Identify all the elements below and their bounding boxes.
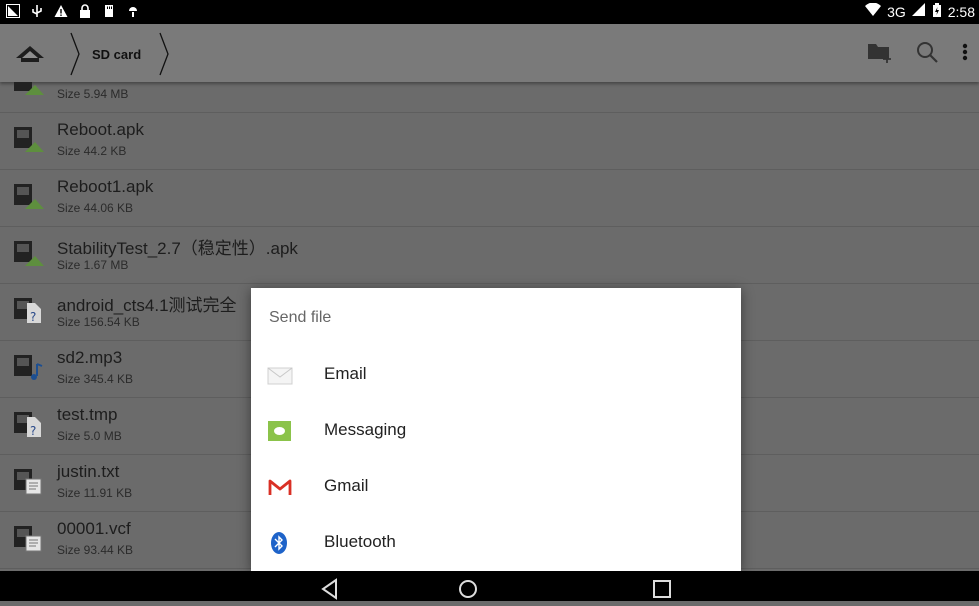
recents-button[interactable] <box>650 577 674 601</box>
breadcrumb[interactable]: SD card <box>70 32 169 76</box>
file-name: sd2.mp3 <box>57 348 123 367</box>
messaging-icon <box>267 419 293 443</box>
file-name: Reboot.apk <box>57 120 144 139</box>
file-size: Size 345.4 KB <box>57 372 134 386</box>
usb-icon <box>30 4 44 18</box>
search-icon <box>917 42 938 63</box>
file-size: Size 44.06 KB <box>57 201 134 215</box>
new-folder-icon <box>868 44 891 63</box>
back-icon <box>321 578 337 600</box>
file-row[interactable]: Reboot.apk Size 44.2 KB <box>0 112 979 170</box>
share-option-email[interactable]: Email <box>251 347 741 403</box>
toolbar-actions <box>867 40 969 69</box>
overflow-menu-button[interactable] <box>961 40 969 69</box>
toolbar: SD card <box>0 24 979 82</box>
battery-icon <box>932 3 942 20</box>
apk-file-icon <box>13 183 45 211</box>
file-name: 00001.vcf <box>57 519 131 538</box>
unknown-file-icon: ? <box>13 411 45 439</box>
wifi-icon <box>865 2 882 20</box>
file-size: Size 44.2 KB <box>57 144 127 158</box>
back-button[interactable] <box>318 577 342 601</box>
share-option-bluetooth[interactable]: Bluetooth <box>251 515 741 571</box>
share-option-label: Bluetooth <box>324 532 396 551</box>
share-option-label: Email <box>324 364 367 383</box>
breadcrumb-separator-icon <box>70 32 80 76</box>
svg-text:?: ? <box>30 310 36 324</box>
file-size: Size 1.67 MB <box>57 258 129 272</box>
email-icon <box>267 363 293 387</box>
gmail-icon <box>267 475 293 499</box>
home-icon <box>16 46 44 62</box>
file-size: Size 5.94 MB <box>57 87 129 101</box>
file-size: Size 5.0 MB <box>57 429 122 443</box>
file-size: Size 11.91 KB <box>57 486 133 500</box>
new-folder-button[interactable] <box>867 40 893 69</box>
home-circle-icon <box>459 580 477 598</box>
share-option-label: Messaging <box>324 420 407 439</box>
more-vert-icon <box>962 43 968 61</box>
share-option-label: Gmail <box>324 476 369 495</box>
text-file-icon <box>13 525 45 553</box>
bluetooth-icon <box>267 531 293 555</box>
file-name: android_cts4.1测试完全 <box>57 296 237 315</box>
screenshot-icon <box>6 4 20 18</box>
file-row[interactable]: StabilityTest_2.7（稳定性）.apk Size 1.67 MB <box>0 226 979 284</box>
share-option-gmail[interactable]: Gmail <box>251 459 741 515</box>
android-debug-icon <box>126 4 140 18</box>
warning-icon <box>54 4 68 18</box>
home-button[interactable] <box>456 577 480 601</box>
file-name: Reboot1.apk <box>57 177 154 196</box>
unknown-file-icon: ? <box>13 297 45 325</box>
file-name: StabilityTest_2.7（稳定性）.apk <box>57 239 298 258</box>
dialog-title: Send file <box>269 309 332 326</box>
status-bar: 3G 2:58 <box>0 0 979 24</box>
network-type: 3G <box>887 3 906 20</box>
signal-icon <box>911 3 926 20</box>
audio-file-icon <box>13 354 45 382</box>
text-file-icon <box>13 468 45 496</box>
breadcrumb-separator-icon <box>159 32 169 76</box>
breadcrumb-sd-card[interactable]: SD card <box>80 47 159 62</box>
sd-icon <box>102 4 116 18</box>
apk-file-icon <box>13 126 45 154</box>
clock: 2:58 <box>947 3 975 20</box>
send-file-dialog: Send file Email Messaging Gmail Bluetoot… <box>251 288 741 571</box>
recents-icon <box>653 580 671 598</box>
file-name: justin.txt <box>57 462 120 481</box>
apk-file-icon <box>13 82 45 97</box>
file-size: Size 156.54 KB <box>57 315 140 329</box>
file-name: test.tmp <box>57 405 118 424</box>
search-button[interactable] <box>915 40 939 69</box>
apk-file-icon <box>13 240 45 268</box>
status-system-icons: 3G 2:58 <box>865 2 975 20</box>
file-row[interactable]: Size 5.94 MB <box>0 82 979 113</box>
file-size: Size 93.44 KB <box>57 543 134 557</box>
svg-text:?: ? <box>30 424 36 438</box>
status-notification-icons <box>6 4 140 18</box>
share-option-messaging[interactable]: Messaging <box>251 403 741 459</box>
home-folder-button[interactable] <box>10 38 50 70</box>
file-row[interactable]: Reboot1.apk Size 44.06 KB <box>0 169 979 227</box>
lock-icon <box>78 4 92 18</box>
navigation-bar <box>0 571 979 601</box>
